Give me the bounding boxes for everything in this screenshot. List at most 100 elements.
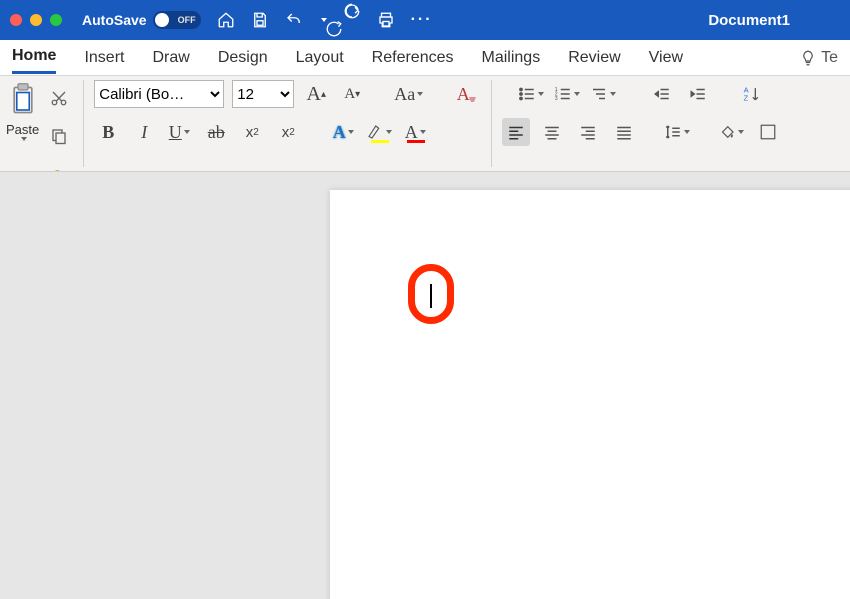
- page-1[interactable]: [330, 190, 850, 599]
- tab-review[interactable]: Review: [568, 43, 620, 73]
- chevron-down-icon: [386, 130, 392, 134]
- decrease-indent-button[interactable]: [648, 80, 676, 108]
- chevron-down-icon: [738, 130, 744, 134]
- italic-button[interactable]: I: [130, 118, 158, 146]
- group-font: Calibri (Bo… 12 A▴ A▾ Aa A B I: [94, 80, 492, 167]
- chevron-down-icon: [684, 130, 690, 134]
- justify-button[interactable]: [610, 118, 638, 146]
- align-left-icon: [507, 123, 525, 141]
- borders-icon: [759, 123, 777, 141]
- ribbon-home: Paste Calibri (Bo… 12: [0, 76, 850, 172]
- more-icon[interactable]: ···: [411, 11, 433, 29]
- svg-text:3: 3: [555, 96, 558, 102]
- cut-button[interactable]: [45, 84, 73, 112]
- document-workspace[interactable]: [0, 172, 850, 599]
- font-color-button[interactable]: A: [402, 118, 430, 146]
- copy-button[interactable]: [45, 122, 73, 150]
- highlighter-icon: [366, 123, 384, 141]
- zoom-window-button[interactable]: [50, 14, 62, 26]
- outdent-icon: [653, 85, 671, 103]
- save-icon[interactable]: [251, 11, 269, 29]
- tab-home[interactable]: Home: [12, 41, 56, 74]
- numbering-icon: 123: [554, 85, 572, 103]
- underline-button[interactable]: U: [166, 118, 194, 146]
- bullets-button[interactable]: [518, 80, 546, 108]
- chevron-down-icon: [184, 130, 190, 134]
- ribbon-tabs: Home Insert Draw Design Layout Reference…: [0, 40, 850, 76]
- font-color-swatch: [407, 140, 425, 143]
- chevron-down-icon: [417, 92, 423, 96]
- svg-text:Z: Z: [744, 94, 749, 103]
- sort-icon: AZ: [742, 84, 762, 104]
- increase-font-button[interactable]: A▴: [302, 80, 330, 108]
- print-icon[interactable]: [377, 11, 395, 29]
- font-size-select[interactable]: 12: [232, 80, 294, 108]
- align-right-icon: [579, 123, 597, 141]
- toggle-knob: [155, 13, 169, 27]
- home-icon[interactable]: [217, 11, 235, 29]
- align-right-button[interactable]: [574, 118, 602, 146]
- indent-icon: [689, 85, 707, 103]
- tab-draw[interactable]: Draw: [152, 43, 189, 73]
- close-window-button[interactable]: [10, 14, 22, 26]
- tab-mailings[interactable]: Mailings: [482, 43, 541, 73]
- group-clipboard: Paste: [6, 80, 84, 167]
- autosave-toggle[interactable]: OFF: [153, 11, 201, 29]
- chevron-down-icon: [610, 92, 616, 96]
- superscript-button[interactable]: x2: [274, 118, 302, 146]
- align-center-button[interactable]: [538, 118, 566, 146]
- subscript-button[interactable]: x2: [238, 118, 266, 146]
- group-paragraph: 123 AZ: [502, 80, 792, 167]
- paste-button[interactable]: [8, 80, 38, 120]
- autosave-state: OFF: [178, 15, 196, 25]
- change-case-button[interactable]: Aa: [394, 80, 425, 108]
- chevron-down-icon: [420, 130, 426, 134]
- multilevel-icon: [590, 85, 608, 103]
- strikethrough-button[interactable]: ab: [202, 118, 230, 146]
- paint-bucket-icon: [718, 123, 736, 141]
- undo-icon[interactable]: [285, 11, 303, 29]
- text-cursor: [430, 284, 432, 308]
- increase-indent-button[interactable]: [684, 80, 712, 108]
- autosave-control[interactable]: AutoSave OFF: [82, 11, 201, 29]
- align-left-button[interactable]: [502, 118, 530, 146]
- lightbulb-icon: [799, 49, 817, 67]
- shading-button[interactable]: [718, 118, 746, 146]
- quick-access-toolbar: ···: [217, 2, 433, 38]
- tell-me[interactable]: Te: [799, 49, 838, 67]
- font-name-select[interactable]: Calibri (Bo…: [94, 80, 224, 108]
- text-effects-button[interactable]: A: [330, 118, 358, 146]
- document-title: Document1: [708, 12, 790, 29]
- multilevel-list-button[interactable]: [590, 80, 618, 108]
- justify-icon: [615, 123, 633, 141]
- align-center-icon: [543, 123, 561, 141]
- paste-dropdown-icon[interactable]: [21, 137, 27, 141]
- borders-button[interactable]: [754, 118, 782, 146]
- format-painter-button[interactable]: [45, 160, 73, 172]
- chevron-down-icon: [574, 92, 580, 96]
- tab-layout[interactable]: Layout: [296, 43, 344, 73]
- paste-label: Paste: [6, 122, 39, 137]
- sort-button[interactable]: AZ: [738, 80, 766, 108]
- numbering-button[interactable]: 123: [554, 80, 582, 108]
- autosave-label: AutoSave: [82, 12, 147, 28]
- clear-formatting-button[interactable]: A: [453, 80, 481, 108]
- redo-icon[interactable]: [343, 2, 361, 38]
- minimize-window-button[interactable]: [30, 14, 42, 26]
- window-controls: [10, 14, 62, 26]
- bullets-icon: [518, 85, 536, 103]
- bold-button[interactable]: B: [94, 118, 122, 146]
- title-bar: AutoSave OFF ··· Document1: [0, 0, 850, 40]
- highlight-swatch: [371, 140, 389, 143]
- chevron-down-icon: [538, 92, 544, 96]
- line-spacing-button[interactable]: [664, 118, 692, 146]
- tab-view[interactable]: View: [649, 43, 683, 73]
- tell-me-label: Te: [821, 49, 838, 67]
- tab-references[interactable]: References: [372, 43, 454, 73]
- highlight-color-button[interactable]: [366, 118, 394, 146]
- tab-insert[interactable]: Insert: [84, 43, 124, 73]
- line-spacing-icon: [664, 123, 682, 141]
- decrease-font-button[interactable]: A▾: [338, 80, 366, 108]
- chevron-down-icon: [348, 130, 354, 134]
- tab-design[interactable]: Design: [218, 43, 268, 73]
